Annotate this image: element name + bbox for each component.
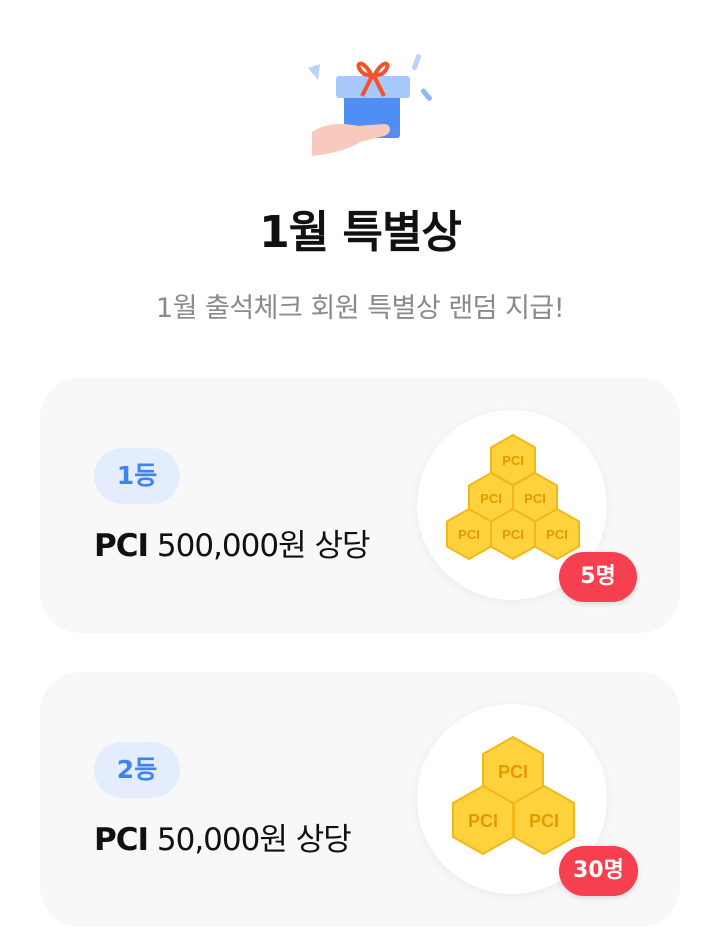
gift-in-hand-icon: [300, 50, 440, 160]
coin-label: PCI: [468, 811, 498, 831]
rank-badge: 2등: [94, 742, 180, 798]
coin-label: PCI: [529, 811, 559, 831]
winner-count-badge: 5명: [559, 552, 637, 602]
prize-amount: 50,000원 상당: [156, 822, 352, 858]
page-subtitle: 1월 출석체크 회원 특별상 랜덤 지급!: [155, 293, 565, 324]
coin-label: PCI: [498, 762, 528, 782]
prize-description: PCI 50,000원 상당: [94, 814, 352, 859]
page-title: 1월 특별상: [259, 207, 462, 258]
rank-badge: 1등: [94, 448, 180, 504]
prize-description: PCI 500,000원 상당: [94, 520, 371, 565]
prize-amount: 500,000원 상당: [156, 528, 371, 564]
winner-count-badge: 30명: [559, 846, 638, 896]
prize-brand: PCI: [94, 822, 149, 858]
prize-brand: PCI: [94, 528, 149, 564]
coin-label: PCI: [524, 491, 546, 506]
coin-label: PCI: [502, 527, 524, 542]
coin-label: PCI: [480, 491, 502, 506]
coin-label: PCI: [458, 527, 480, 542]
prize-card-1st: 1등 PCI 500,000원 상당 PCI PCI PCI PCI PCI P…: [40, 378, 680, 633]
coin-label: PCI: [502, 453, 524, 468]
coin-label: PCI: [546, 527, 568, 542]
prize-card-2nd: 2등 PCI 50,000원 상당 PCI PCI PCI 30명: [40, 672, 680, 927]
